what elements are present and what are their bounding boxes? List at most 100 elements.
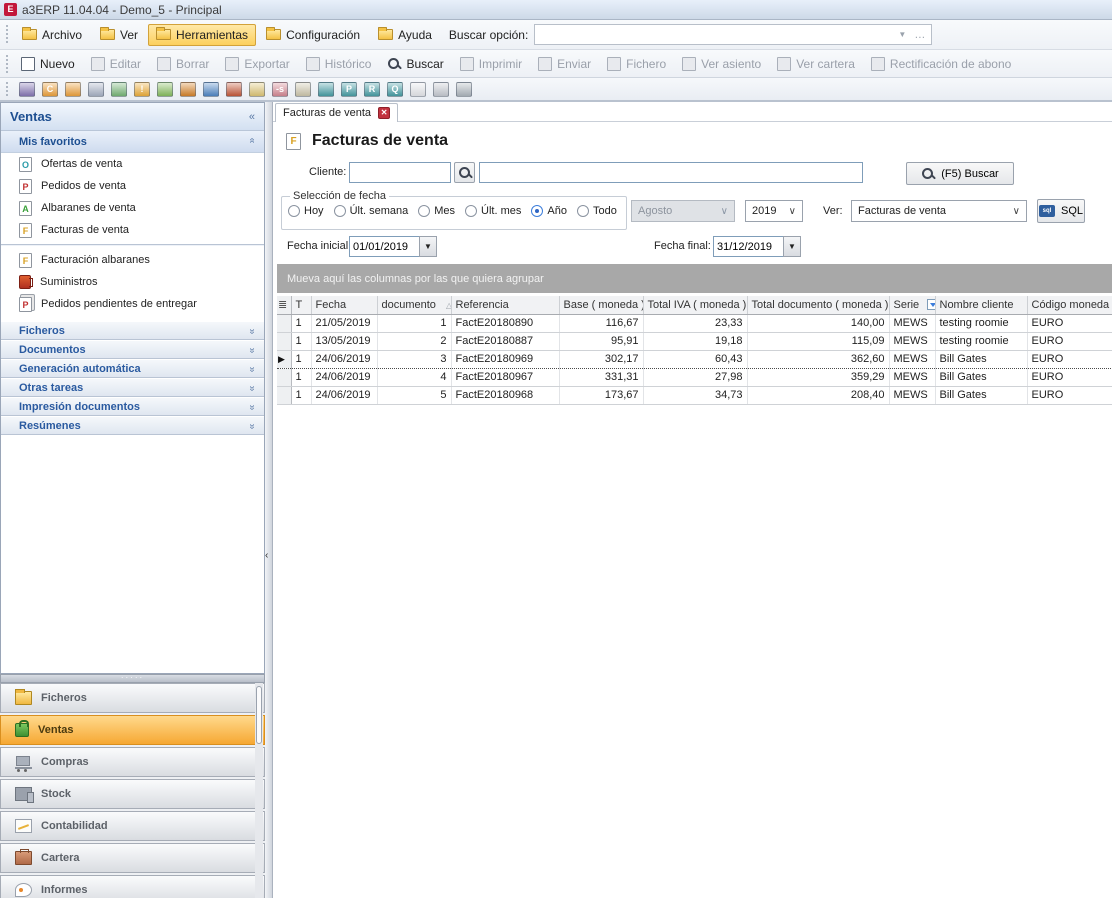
- table-cell[interactable]: EURO: [1027, 350, 1112, 368]
- chevron-up-icon[interactable]: »: [247, 140, 258, 144]
- toolbar-grip[interactable]: [5, 54, 10, 73]
- table-cell[interactable]: 140,00: [747, 314, 889, 332]
- table-row[interactable]: ▶124/06/20193FactE20180969302,1760,43362…: [277, 350, 1112, 368]
- chevron-down-icon[interactable]: ∨: [1013, 206, 1020, 217]
- table-cell[interactable]: 24/06/2019: [311, 368, 377, 386]
- radio-ano[interactable]: Año: [531, 205, 567, 217]
- nav-item-cartera[interactable]: Cartera: [0, 843, 265, 873]
- table-cell[interactable]: 115,09: [747, 332, 889, 350]
- year-select[interactable]: 2019 ∨: [745, 200, 803, 222]
- table-cell[interactable]: 1: [291, 368, 311, 386]
- table-cell[interactable]: 21/05/2019: [311, 314, 377, 332]
- table-cell[interactable]: 24/06/2019: [311, 350, 377, 368]
- table-cell[interactable]: 208,40: [747, 386, 889, 404]
- table-cell[interactable]: EURO: [1027, 332, 1112, 350]
- table-cell[interactable]: 23,33: [643, 314, 747, 332]
- doc-lines-icon[interactable]: [410, 82, 426, 97]
- table-cell[interactable]: 60,43: [643, 350, 747, 368]
- menu-item-configuracion[interactable]: Configuración: [258, 24, 368, 46]
- table-cell[interactable]: FactE20180967: [451, 368, 559, 386]
- table-cell[interactable]: 27,98: [643, 368, 747, 386]
- sidebar-item-pedidos-de-venta[interactable]: PPedidos de venta: [1, 175, 264, 197]
- bar-chart-icon[interactable]: [180, 82, 196, 97]
- row-selector-cell[interactable]: [277, 368, 291, 386]
- sidebar-section-impresion-documentos[interactable]: Impresión documentos»: [1, 397, 264, 416]
- sidebar-item-ofertas-de-venta[interactable]: OOfertas de venta: [1, 153, 264, 175]
- sidebar-item-facturas-de-venta[interactable]: FFacturas de venta: [1, 219, 264, 241]
- column-header-documento[interactable]: documento△: [377, 296, 451, 314]
- table-cell[interactable]: 3: [377, 350, 451, 368]
- table-cell[interactable]: testing roomie: [935, 332, 1027, 350]
- toolbar-button-borrar[interactable]: Borrar: [149, 54, 217, 74]
- paper-stack-icon[interactable]: [295, 82, 311, 97]
- panel-splitter[interactable]: ‹: [265, 102, 273, 898]
- toolbar-button-imprimir[interactable]: Imprimir: [452, 54, 530, 74]
- f5-buscar-button[interactable]: (F5) Buscar: [906, 162, 1014, 185]
- table-cell[interactable]: 95,91: [559, 332, 643, 350]
- bag-c-icon[interactable]: C: [42, 82, 58, 97]
- table-cell[interactable]: 1: [291, 350, 311, 368]
- sidebar-section-ficheros[interactable]: Ficheros»: [1, 321, 264, 340]
- fecha-inicial-input[interactable]: [349, 236, 419, 257]
- table-cell[interactable]: 116,67: [559, 314, 643, 332]
- toolbar-button-fichero[interactable]: Fichero: [599, 54, 674, 74]
- table-row[interactable]: 113/05/20192FactE2018088795,9119,18115,0…: [277, 332, 1112, 350]
- toolbar-button-exportar[interactable]: Exportar: [217, 54, 297, 74]
- column-header-base-moneda[interactable]: Base ( moneda ): [559, 296, 643, 314]
- table-cell[interactable]: testing roomie: [935, 314, 1027, 332]
- toolbar-button-editar[interactable]: Editar: [83, 54, 149, 74]
- column-header-fecha[interactable]: Fecha: [311, 296, 377, 314]
- column-header-serie[interactable]: Serie: [889, 296, 935, 314]
- chevron-down-icon[interactable]: ∨: [789, 206, 796, 217]
- menu-item-ver[interactable]: Ver: [92, 24, 146, 46]
- row-selector-cell[interactable]: [277, 332, 291, 350]
- scrollbar-thumb[interactable]: [256, 686, 262, 744]
- filter-icon[interactable]: [927, 299, 935, 310]
- nav-item-ficheros[interactable]: Ficheros: [0, 683, 265, 713]
- table-cell[interactable]: 302,17: [559, 350, 643, 368]
- table-cell[interactable]: 34,73: [643, 386, 747, 404]
- chevron-down-icon[interactable]: ▼: [898, 30, 906, 39]
- table-cell[interactable]: 173,67: [559, 386, 643, 404]
- table-cell[interactable]: FactE20180890: [451, 314, 559, 332]
- table-cell[interactable]: 5: [377, 386, 451, 404]
- table-cell[interactable]: FactE20180968: [451, 386, 559, 404]
- sidebar-section-otras-tareas[interactable]: Otras tareas»: [1, 378, 264, 397]
- table-cell[interactable]: 4: [377, 368, 451, 386]
- sidebar-scrollbar[interactable]: [255, 683, 263, 898]
- table-cell[interactable]: 24/06/2019: [311, 386, 377, 404]
- menu-item-herramientas[interactable]: Herramientas: [148, 24, 256, 46]
- nav-item-stock[interactable]: Stock: [0, 779, 265, 809]
- bag-print-icon[interactable]: [65, 82, 81, 97]
- briefcase-icon[interactable]: [19, 82, 35, 97]
- menu-item-ayuda[interactable]: Ayuda: [370, 24, 440, 46]
- cliente-search-button[interactable]: [454, 162, 475, 183]
- row-selector-cell[interactable]: [277, 314, 291, 332]
- radio-todo[interactable]: Todo: [577, 205, 617, 217]
- radio-ult-semana[interactable]: Últ. semana: [334, 205, 409, 217]
- printer-icon[interactable]: [456, 82, 472, 97]
- table-cell[interactable]: EURO: [1027, 386, 1112, 404]
- sidebar-item-suministros[interactable]: Suministros: [1, 271, 264, 293]
- radio-mes[interactable]: Mes: [418, 205, 455, 217]
- ellipsis-icon[interactable]: …: [914, 29, 925, 41]
- menu-item-archivo[interactable]: Archivo: [14, 24, 90, 46]
- toolbar-grip[interactable]: [5, 24, 10, 44]
- calendar-dropdown-icon[interactable]: ▼: [783, 236, 801, 257]
- table-cell[interactable]: Bill Gates: [935, 368, 1027, 386]
- row-selector-cell[interactable]: [277, 386, 291, 404]
- column-header-referencia[interactable]: Referencia: [451, 296, 559, 314]
- column-header-total-documento-moneda[interactable]: Total documento ( moneda ): [747, 296, 889, 314]
- toolbar-grip[interactable]: [5, 81, 10, 96]
- sidebar-section-documentos[interactable]: Documentos»: [1, 340, 264, 359]
- radio-ult-mes[interactable]: Últ. mes: [465, 205, 521, 217]
- table-cell[interactable]: FactE20180969: [451, 350, 559, 368]
- nav-item-compras[interactable]: Compras: [0, 747, 265, 777]
- globe-icon[interactable]: [318, 82, 334, 97]
- table-cell[interactable]: EURO: [1027, 368, 1112, 386]
- row-selector-header[interactable]: ≣: [277, 296, 291, 314]
- nav-item-ventas[interactable]: Ventas: [0, 715, 265, 745]
- table-cell[interactable]: 19,18: [643, 332, 747, 350]
- table-cell[interactable]: Bill Gates: [935, 386, 1027, 404]
- sidebar-section-resumenes[interactable]: Resúmenes»: [1, 416, 264, 435]
